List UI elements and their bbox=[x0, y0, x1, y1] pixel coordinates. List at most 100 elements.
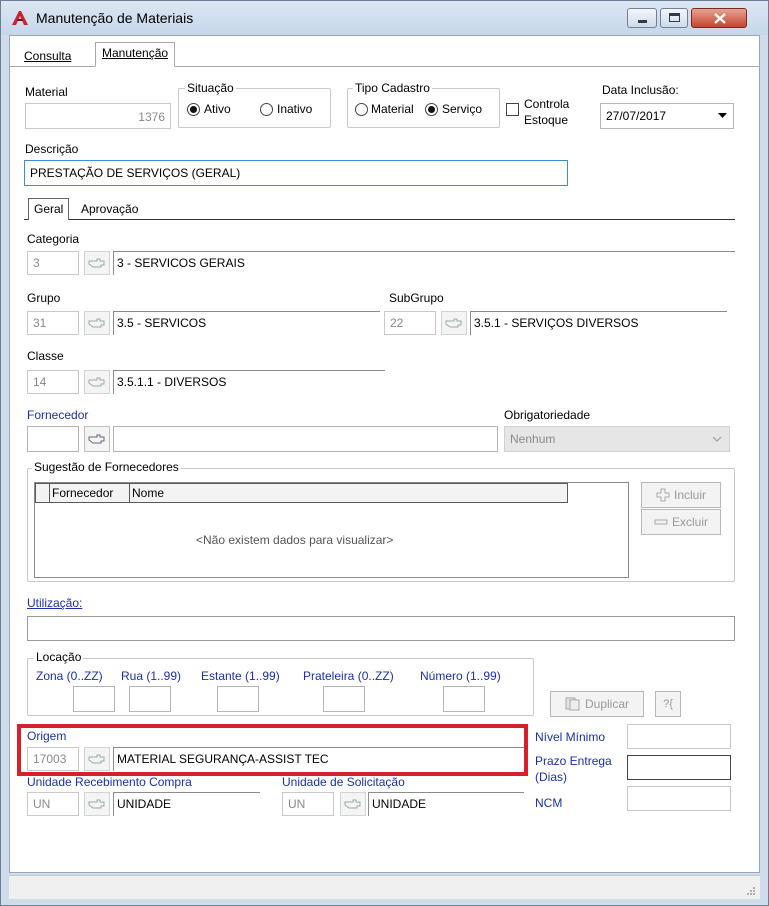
classe-description: 3.5.1.1 - DIVERSOS bbox=[113, 370, 385, 394]
unidade-recebimento-label: Unidade Recebimento Compra bbox=[27, 775, 192, 789]
tab-geral[interactable]: Geral bbox=[28, 198, 70, 220]
title-bar[interactable]: Manutenção de Materiais bbox=[1, 1, 768, 35]
situacao-inativo-label[interactable]: Inativo bbox=[277, 102, 312, 116]
close-button[interactable] bbox=[691, 8, 747, 28]
chevron-down-icon bbox=[712, 436, 722, 442]
controla-estoque-checkbox[interactable] bbox=[506, 103, 519, 116]
tab-aprovacao[interactable]: Aprovação bbox=[75, 199, 144, 221]
grid-empty-message: <Não existem dados para visualizar> bbox=[196, 533, 394, 547]
minimize-icon bbox=[638, 20, 647, 23]
grid-col-nome[interactable]: Nome bbox=[132, 486, 164, 500]
ncm-field[interactable] bbox=[627, 786, 731, 811]
numero-field[interactable] bbox=[443, 686, 485, 712]
origem-lookup-button[interactable] bbox=[84, 747, 110, 771]
unidade-recebimento-lookup-button[interactable] bbox=[84, 792, 110, 816]
pointing-hand-icon bbox=[88, 318, 105, 328]
subgrupo-description: 3.5.1 - SERVIÇOS DIVERSOS bbox=[470, 311, 727, 335]
main-window: Manutenção de Materiais Consulta Manuten… bbox=[0, 0, 769, 906]
grupo-label: Grupo bbox=[27, 291, 61, 305]
origem-description: MATERIAL SEGURANÇA-ASSIST TEC bbox=[113, 747, 524, 771]
grid-col-fornecedor[interactable]: Fornecedor bbox=[52, 486, 113, 500]
utilizacao-field[interactable] bbox=[27, 616, 735, 641]
resize-grip-icon[interactable] bbox=[746, 886, 756, 896]
situacao-ativo-label[interactable]: Ativo bbox=[204, 102, 231, 116]
classe-code-field[interactable]: 14 bbox=[27, 370, 79, 394]
situacao-label: Situação bbox=[185, 81, 236, 95]
grupo-lookup-button[interactable] bbox=[84, 311, 110, 335]
subgrupo-code-field[interactable]: 22 bbox=[384, 311, 436, 335]
pointing-hand-icon bbox=[88, 754, 105, 764]
unidade-solicitacao-description: UNIDADE bbox=[368, 792, 524, 816]
nivel-minimo-field[interactable] bbox=[627, 724, 731, 749]
unidade-recebimento-code-field[interactable]: UN bbox=[27, 792, 79, 816]
categoria-label: Categoria bbox=[27, 232, 80, 246]
help-button[interactable]: ?{ bbox=[655, 691, 681, 717]
obrigatoriedade-select[interactable]: Nenhum bbox=[504, 426, 730, 452]
controla-estoque-label-1[interactable]: Controla bbox=[524, 97, 569, 111]
sugestao-grid[interactable]: Fornecedor Nome <Não existem dados para … bbox=[34, 482, 629, 578]
grupo-description: 3.5 - SERVICOS bbox=[113, 311, 380, 335]
rua-field[interactable] bbox=[129, 686, 171, 712]
prazo-entrega-field[interactable] bbox=[627, 755, 731, 780]
pointing-hand-icon bbox=[88, 258, 105, 268]
grupo-code-field[interactable]: 31 bbox=[27, 311, 79, 335]
fornecedor-lookup-button[interactable] bbox=[84, 426, 110, 452]
descricao-label: Descrição bbox=[25, 142, 79, 156]
categoria-code-field[interactable]: 3 bbox=[27, 251, 79, 275]
tipo-material-label[interactable]: Material bbox=[371, 102, 414, 116]
excluir-button[interactable]: Excluir bbox=[641, 509, 721, 535]
tipo-servico-radio[interactable] bbox=[425, 103, 438, 116]
prateleira-field[interactable] bbox=[323, 686, 365, 712]
data-inclusao-select[interactable]: 27/07/2017 bbox=[600, 103, 734, 129]
form-area: Consulta Manutenção Material 1376 Situaç… bbox=[9, 35, 760, 898]
unidade-solicitacao-code-field[interactable]: UN bbox=[282, 792, 334, 816]
descricao-field[interactable]: PRESTAÇÃO DE SERVIÇOS (GERAL) bbox=[24, 160, 568, 186]
numero-label: Número (1..99) bbox=[420, 669, 501, 683]
material-field[interactable]: 1376 bbox=[25, 103, 171, 129]
subgrupo-label: SubGrupo bbox=[389, 291, 444, 305]
prateleira-label: Prateleira (0..ZZ) bbox=[303, 669, 394, 683]
grid-col-divider bbox=[129, 484, 130, 502]
categoria-lookup-button[interactable] bbox=[84, 251, 110, 275]
incluir-button[interactable]: Incluir bbox=[641, 482, 721, 508]
prazo-entrega-label-2: (Dias) bbox=[535, 770, 567, 784]
pointing-hand-icon bbox=[445, 318, 462, 328]
sugestao-fornecedores-label: Sugestão de Fornecedores bbox=[32, 460, 181, 474]
tipo-servico-label[interactable]: Serviço bbox=[442, 102, 482, 116]
locacao-label: Locação bbox=[34, 650, 84, 664]
pointing-hand-icon bbox=[88, 377, 105, 387]
origem-label: Origem bbox=[27, 729, 67, 743]
tab-consulta[interactable]: Consulta bbox=[18, 46, 77, 68]
material-label: Material bbox=[25, 85, 68, 99]
zona-field[interactable] bbox=[73, 686, 115, 712]
data-inclusao-label: Data Inclusão: bbox=[602, 83, 679, 97]
subgrupo-lookup-button[interactable] bbox=[441, 311, 467, 335]
data-inclusao-value: 27/07/2017 bbox=[606, 109, 667, 123]
estante-field[interactable] bbox=[217, 686, 259, 712]
rua-label: Rua (1..99) bbox=[121, 669, 182, 683]
incluir-label: Incluir bbox=[673, 488, 706, 502]
app-logo-icon bbox=[12, 11, 28, 25]
unidade-solicitacao-lookup-button[interactable] bbox=[340, 792, 366, 816]
duplicar-button[interactable]: Duplicar bbox=[550, 691, 644, 717]
unidade-solicitacao-label: Unidade de Solicitação bbox=[282, 775, 405, 789]
controla-estoque-label-2[interactable]: Estoque bbox=[524, 113, 568, 127]
tipo-material-radio[interactable] bbox=[355, 103, 368, 116]
classe-label: Classe bbox=[27, 349, 64, 363]
maximize-button[interactable] bbox=[660, 8, 688, 28]
origem-code-field[interactable]: 17003 bbox=[27, 747, 79, 771]
maximize-icon bbox=[669, 13, 680, 22]
minimize-button[interactable] bbox=[627, 8, 657, 28]
unidade-recebimento-description: UNIDADE bbox=[113, 792, 260, 816]
fornecedor-code-field[interactable] bbox=[27, 426, 79, 452]
tab-manutencao[interactable]: Manutenção bbox=[95, 42, 176, 67]
ncm-label: NCM bbox=[535, 796, 563, 810]
pointing-hand-icon bbox=[88, 799, 105, 809]
utilizacao-label: Utilização: bbox=[27, 596, 83, 610]
situacao-ativo-radio[interactable] bbox=[187, 103, 200, 116]
fornecedor-label: Fornecedor bbox=[27, 408, 89, 422]
fornecedor-description[interactable] bbox=[113, 426, 498, 452]
prazo-entrega-label-1: Prazo Entrega bbox=[535, 754, 612, 768]
situacao-inativo-radio[interactable] bbox=[260, 103, 273, 116]
classe-lookup-button[interactable] bbox=[84, 370, 110, 394]
